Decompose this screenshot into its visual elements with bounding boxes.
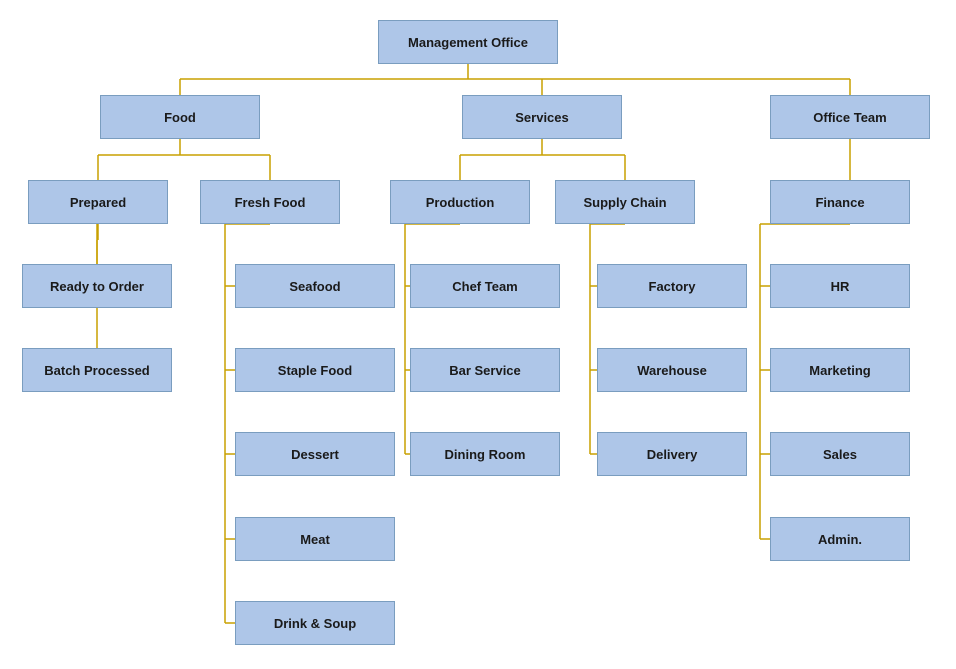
node-meat: Meat bbox=[235, 517, 395, 561]
node-chef_team: Chef Team bbox=[410, 264, 560, 308]
node-batch_processed: Batch Processed bbox=[22, 348, 172, 392]
node-bar_service: Bar Service bbox=[410, 348, 560, 392]
node-sales: Sales bbox=[770, 432, 910, 476]
node-hr: HR bbox=[770, 264, 910, 308]
node-ready_to_order: Ready to Order bbox=[22, 264, 172, 308]
node-delivery: Delivery bbox=[597, 432, 747, 476]
node-office_team: Office Team bbox=[770, 95, 930, 139]
org-chart: Management Office Food Services Office Team… bbox=[0, 0, 956, 669]
node-dessert: Dessert bbox=[235, 432, 395, 476]
node-factory: Factory bbox=[597, 264, 747, 308]
node-production: Production bbox=[390, 180, 530, 224]
node-dining_room: Dining Room bbox=[410, 432, 560, 476]
node-drink_soup: Drink & Soup bbox=[235, 601, 395, 645]
node-admin: Admin. bbox=[770, 517, 910, 561]
node-supply_chain: Supply Chain bbox=[555, 180, 695, 224]
node-marketing: Marketing bbox=[770, 348, 910, 392]
node-food: Food bbox=[100, 95, 260, 139]
node-management: Management Office bbox=[378, 20, 558, 64]
node-finance: Finance bbox=[770, 180, 910, 224]
node-staple_food: Staple Food bbox=[235, 348, 395, 392]
node-fresh_food: Fresh Food bbox=[200, 180, 340, 224]
node-prepared: Prepared bbox=[28, 180, 168, 224]
node-warehouse: Warehouse bbox=[597, 348, 747, 392]
node-services: Services bbox=[462, 95, 622, 139]
node-seafood: Seafood bbox=[235, 264, 395, 308]
